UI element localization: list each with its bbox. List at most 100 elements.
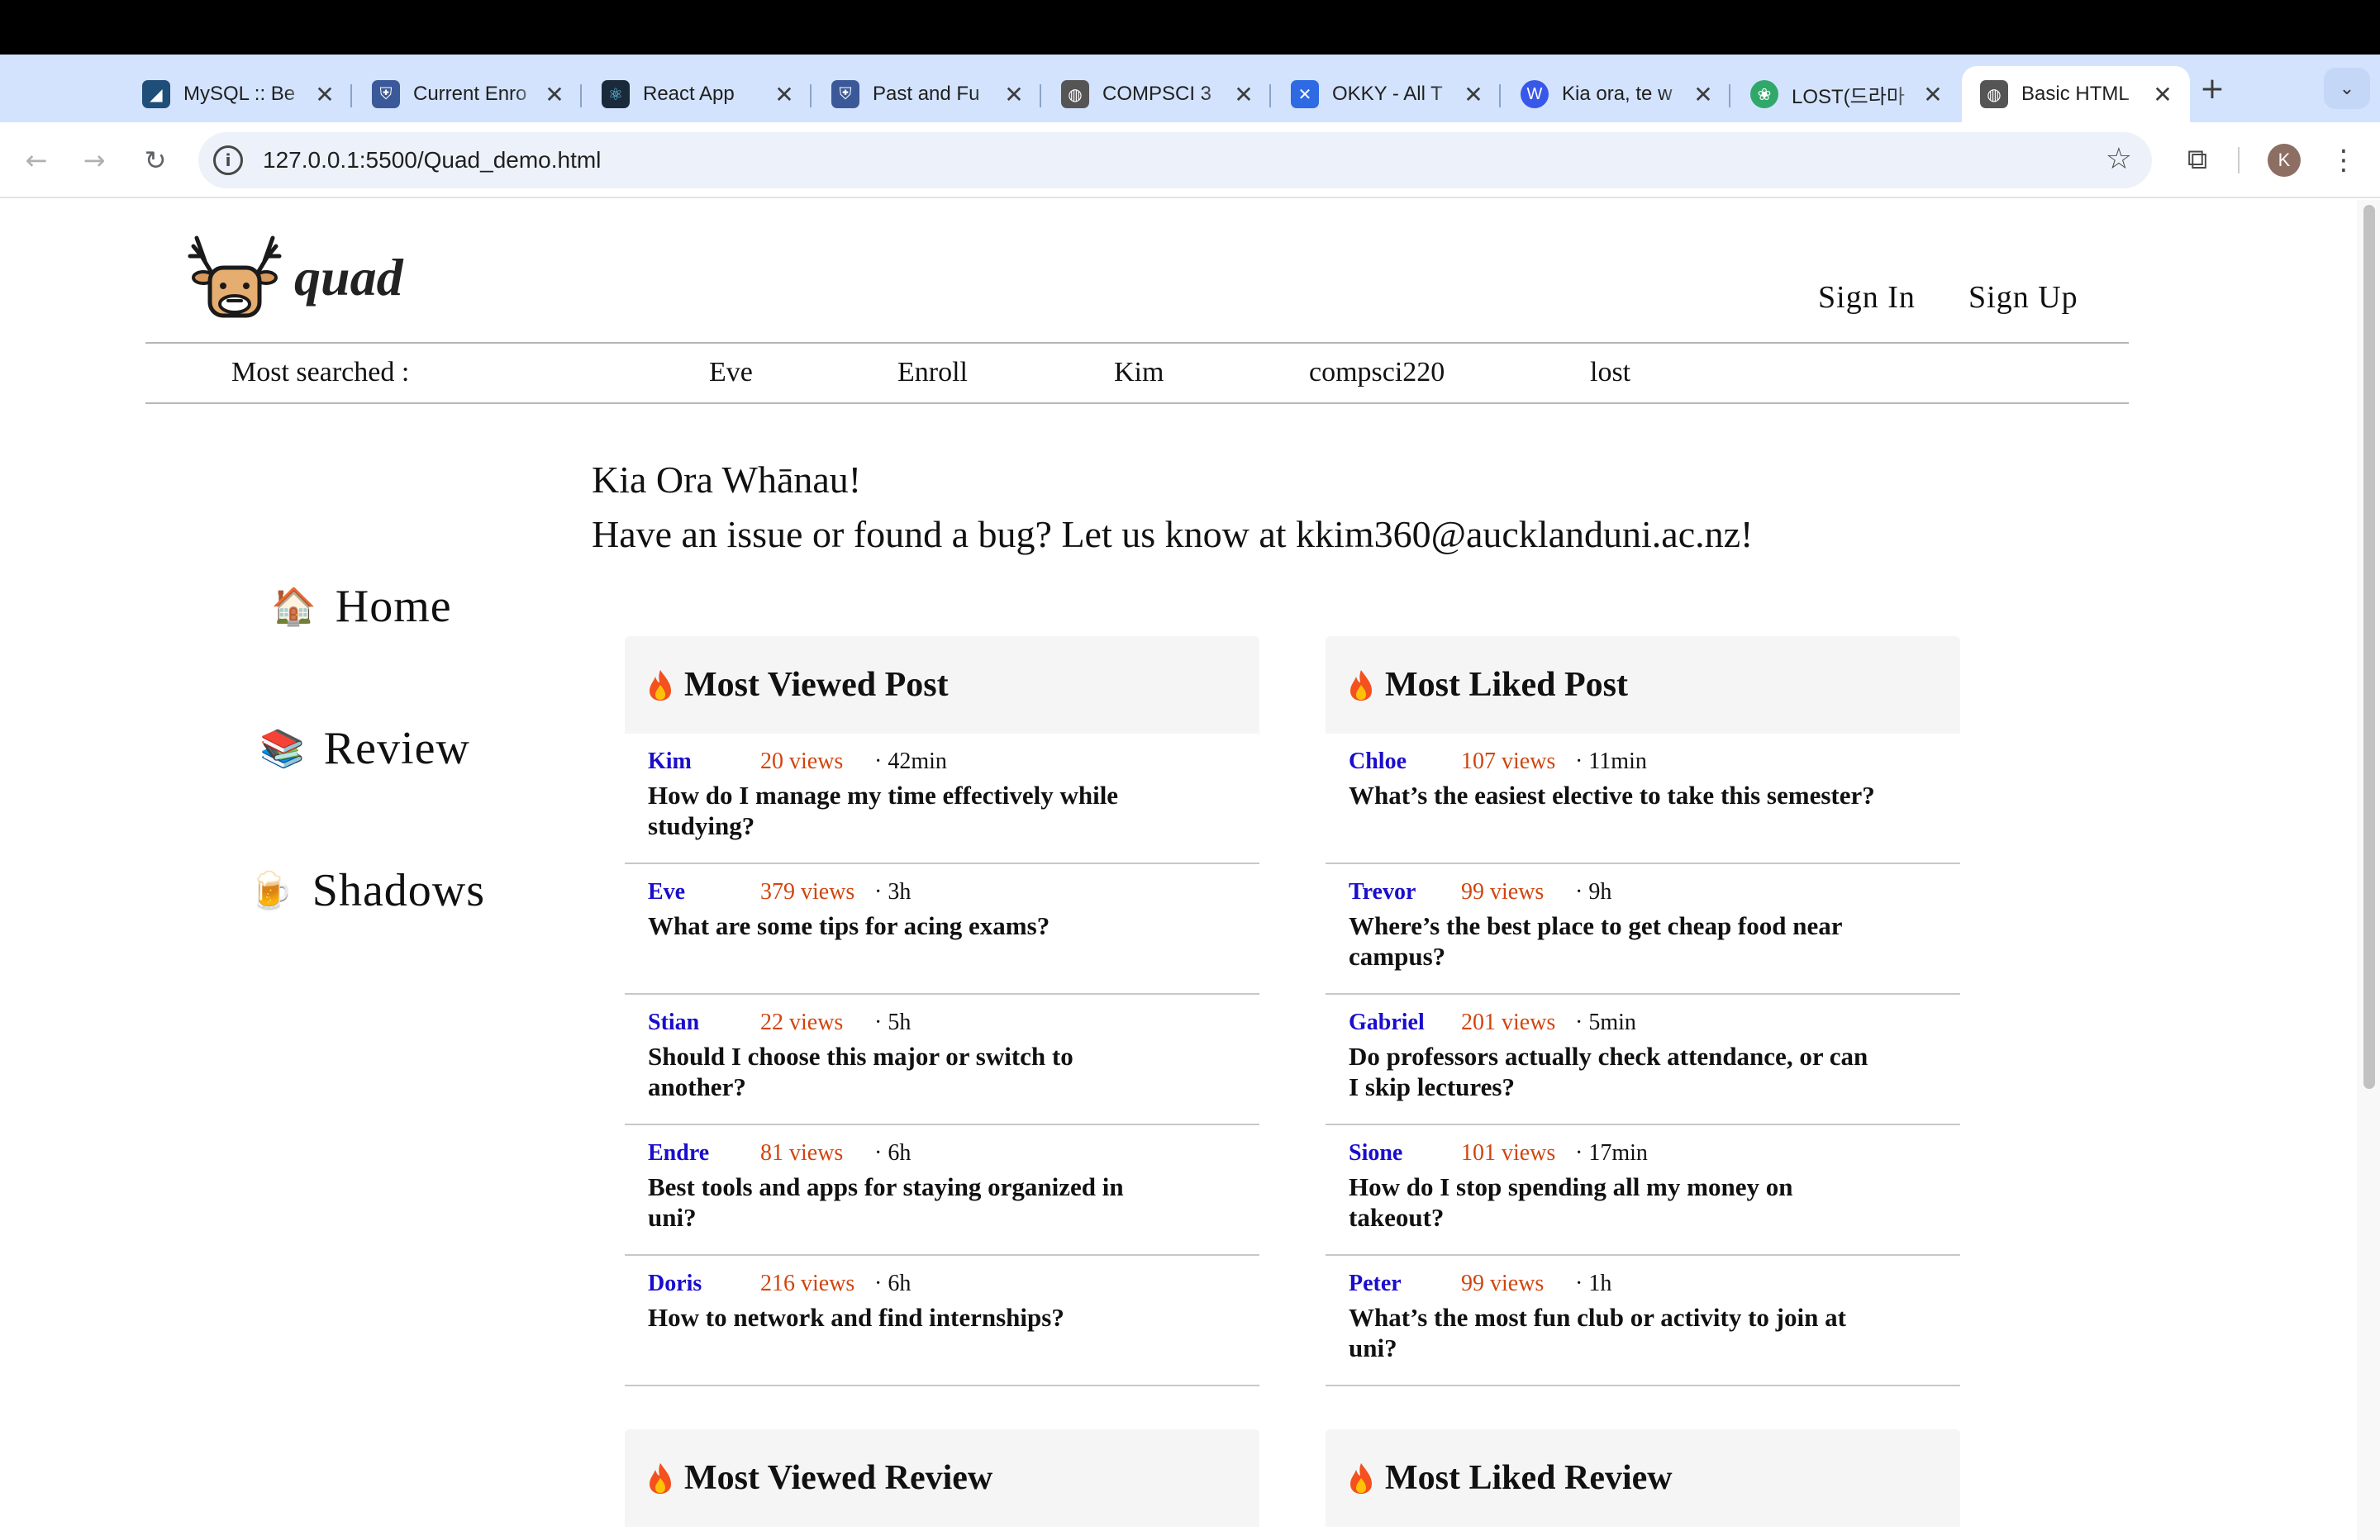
shield-icon: ⛨: [831, 80, 859, 108]
tab-mysql[interactable]: ◢ MySQL :: Be ✕: [124, 66, 352, 122]
post-author[interactable]: Chloe: [1349, 749, 1461, 775]
search-term-enroll[interactable]: Enroll: [897, 357, 968, 388]
post-row[interactable]: Kim 20 views · 42min How do I manage my …: [625, 734, 1259, 864]
post-title[interactable]: What are some tips for acing exams?: [648, 910, 1177, 941]
beer-mug-icon: 🍺: [248, 870, 294, 912]
post-title[interactable]: How do I manage my time effectively whil…: [648, 780, 1177, 841]
post-views: 81 views: [760, 1140, 844, 1166]
post-row[interactable]: Eve 379 views · 3h What are some tips fo…: [625, 864, 1259, 995]
search-term-eve[interactable]: Eve: [709, 357, 753, 388]
profile-avatar[interactable]: K: [2268, 144, 2301, 177]
nav-home[interactable]: 🏠 Home: [271, 580, 452, 633]
fire-icon: [1350, 670, 1372, 701]
back-arrow-icon[interactable]: ←: [15, 139, 58, 182]
nav-review[interactable]: 📚 Review: [259, 722, 470, 775]
menu-kebab-icon[interactable]: ⋮: [2329, 139, 2359, 182]
close-icon[interactable]: ✕: [2147, 78, 2178, 110]
post-author[interactable]: Eve: [648, 879, 760, 905]
extensions-puzzle-icon[interactable]: ⧉: [2178, 140, 2216, 178]
url-text[interactable]: 127.0.0.1:5500/Quad_demo.html: [263, 147, 601, 173]
lost-icon: ❀: [1750, 80, 1778, 108]
tab-react-app[interactable]: ⚛ React App ✕: [583, 66, 812, 122]
sign-in-link[interactable]: Sign In: [1818, 279, 1916, 316]
post-row[interactable]: Sione 101 views · 17min How do I stop sp…: [1326, 1125, 1960, 1256]
bookmark-star-icon[interactable]: ☆: [2106, 142, 2132, 176]
post-author[interactable]: Kim: [648, 749, 760, 775]
site-logo[interactable]: quad: [187, 235, 403, 321]
post-meta: Kim 20 views · 42min: [648, 749, 1259, 775]
post-meta: Eve 379 views · 3h: [648, 879, 1259, 905]
close-icon[interactable]: ✕: [998, 78, 1030, 110]
scrollbar-thumb[interactable]: [2363, 205, 2375, 1089]
post-time: · 17min: [1575, 1140, 1648, 1166]
reload-icon[interactable]: ↻: [134, 139, 177, 182]
post-row[interactable]: Stian 22 views · 5h Should I choose this…: [625, 995, 1259, 1125]
new-tab-icon[interactable]: +: [2190, 66, 2235, 111]
close-icon[interactable]: ✕: [1687, 78, 1719, 110]
tab-title: COMPSCI 3: [1102, 83, 1212, 105]
search-term-lost[interactable]: lost: [1590, 357, 1630, 388]
close-icon[interactable]: ✕: [769, 78, 800, 110]
tab-current-enrolment[interactable]: ⛨ Current Enro ✕: [354, 66, 582, 122]
post-author[interactable]: Trevor: [1349, 879, 1461, 905]
tab-title: MySQL :: Be: [183, 83, 296, 105]
greeting-subtitle: Have an issue or found a bug? Let us kno…: [592, 513, 1754, 555]
post-author[interactable]: Peter: [1349, 1271, 1461, 1297]
tab-separator: [1269, 84, 1271, 107]
search-term-kim[interactable]: Kim: [1114, 357, 1164, 388]
nav-shadows[interactable]: 🍺 Shadows: [248, 864, 485, 917]
post-title[interactable]: Do professors actually check attendance,…: [1349, 1041, 1878, 1102]
address-bar[interactable]: i 127.0.0.1:5500/Quad_demo.html ☆: [198, 132, 2152, 188]
post-row[interactable]: Endre 81 views · 6h Best tools and apps …: [625, 1125, 1259, 1256]
search-bar-divider: [145, 402, 2129, 404]
site-info-icon[interactable]: i: [213, 145, 243, 175]
tab-search-chevron-icon[interactable]: ⌄: [2324, 68, 2370, 109]
close-icon[interactable]: ✕: [1228, 78, 1259, 110]
tab-title: Past and Fu: [873, 83, 980, 105]
tab-separator: [1499, 84, 1501, 107]
post-title[interactable]: Where’s the best place to get cheap food…: [1349, 910, 1878, 972]
post-views: 216 views: [760, 1271, 855, 1296]
post-title[interactable]: How do I stop spending all my money on t…: [1349, 1172, 1878, 1233]
post-time: · 5h: [874, 1010, 912, 1035]
post-author[interactable]: Sione: [1349, 1140, 1461, 1167]
post-author[interactable]: Gabriel: [1349, 1010, 1461, 1036]
post-author[interactable]: Doris: [648, 1271, 760, 1297]
tab-okky[interactable]: ✕ OKKY - All T ✕: [1273, 66, 1501, 122]
tab-lost[interactable]: ❀ LOST(드라마 ✕: [1732, 66, 1960, 122]
post-author[interactable]: Stian: [648, 1010, 760, 1036]
close-icon[interactable]: ✕: [1917, 78, 1949, 110]
close-icon[interactable]: ✕: [1458, 78, 1489, 110]
post-author[interactable]: Endre: [648, 1140, 760, 1167]
sign-up-link[interactable]: Sign Up: [1968, 279, 2078, 316]
close-icon[interactable]: ✕: [539, 78, 570, 110]
page-scrollbar[interactable]: [2357, 200, 2380, 1540]
post-row[interactable]: Gabriel 201 views · 5min Do professors a…: [1326, 995, 1960, 1125]
post-row[interactable]: Chloe 107 views · 11min What’s the easie…: [1326, 734, 1960, 864]
browser-toolbar: ← → ↻ i 127.0.0.1:5500/Quad_demo.html ☆ …: [0, 122, 2380, 198]
post-meta: Gabriel 201 views · 5min: [1349, 1010, 1960, 1036]
post-title[interactable]: What’s the most fun club or activity to …: [1349, 1302, 1878, 1363]
tab-basic-html-active[interactable]: ◍ Basic HTML ✕: [1962, 66, 2190, 122]
post-meta: Doris 216 views · 6h: [648, 1271, 1259, 1297]
post-title[interactable]: Should I choose this major or switch to …: [648, 1041, 1177, 1102]
card-title: Most Liked Review: [1385, 1459, 1673, 1497]
tab-compsci[interactable]: ◍ COMPSCI 3 ✕: [1043, 66, 1271, 122]
mysql-icon: ◢: [142, 80, 170, 108]
post-title[interactable]: Best tools and apps for staying organize…: [648, 1172, 1177, 1233]
most-viewed-review-card: Most Viewed Review: [625, 1429, 1259, 1527]
post-row[interactable]: Doris 216 views · 6h How to network and …: [625, 1256, 1259, 1386]
post-views: 107 views: [1461, 749, 1556, 774]
forward-arrow-icon[interactable]: →: [73, 139, 116, 182]
house-icon: 🏠: [271, 586, 317, 628]
post-meta: Sione 101 views · 17min: [1349, 1140, 1960, 1167]
post-title[interactable]: What’s the easiest elective to take this…: [1349, 780, 1878, 810]
post-row[interactable]: Trevor 99 views · 9h Where’s the best pl…: [1326, 864, 1960, 995]
post-title[interactable]: How to network and find internships?: [648, 1302, 1177, 1333]
tab-past-and-future[interactable]: ⛨ Past and Fu ✕: [813, 66, 1041, 122]
search-term-compsci220[interactable]: compsci220: [1309, 357, 1445, 388]
brand-name: quad: [294, 248, 403, 307]
post-row[interactable]: Peter 99 views · 1h What’s the most fun …: [1326, 1256, 1960, 1386]
tab-kia-ora[interactable]: W Kia ora, te w ✕: [1502, 66, 1730, 122]
close-icon[interactable]: ✕: [309, 78, 340, 110]
